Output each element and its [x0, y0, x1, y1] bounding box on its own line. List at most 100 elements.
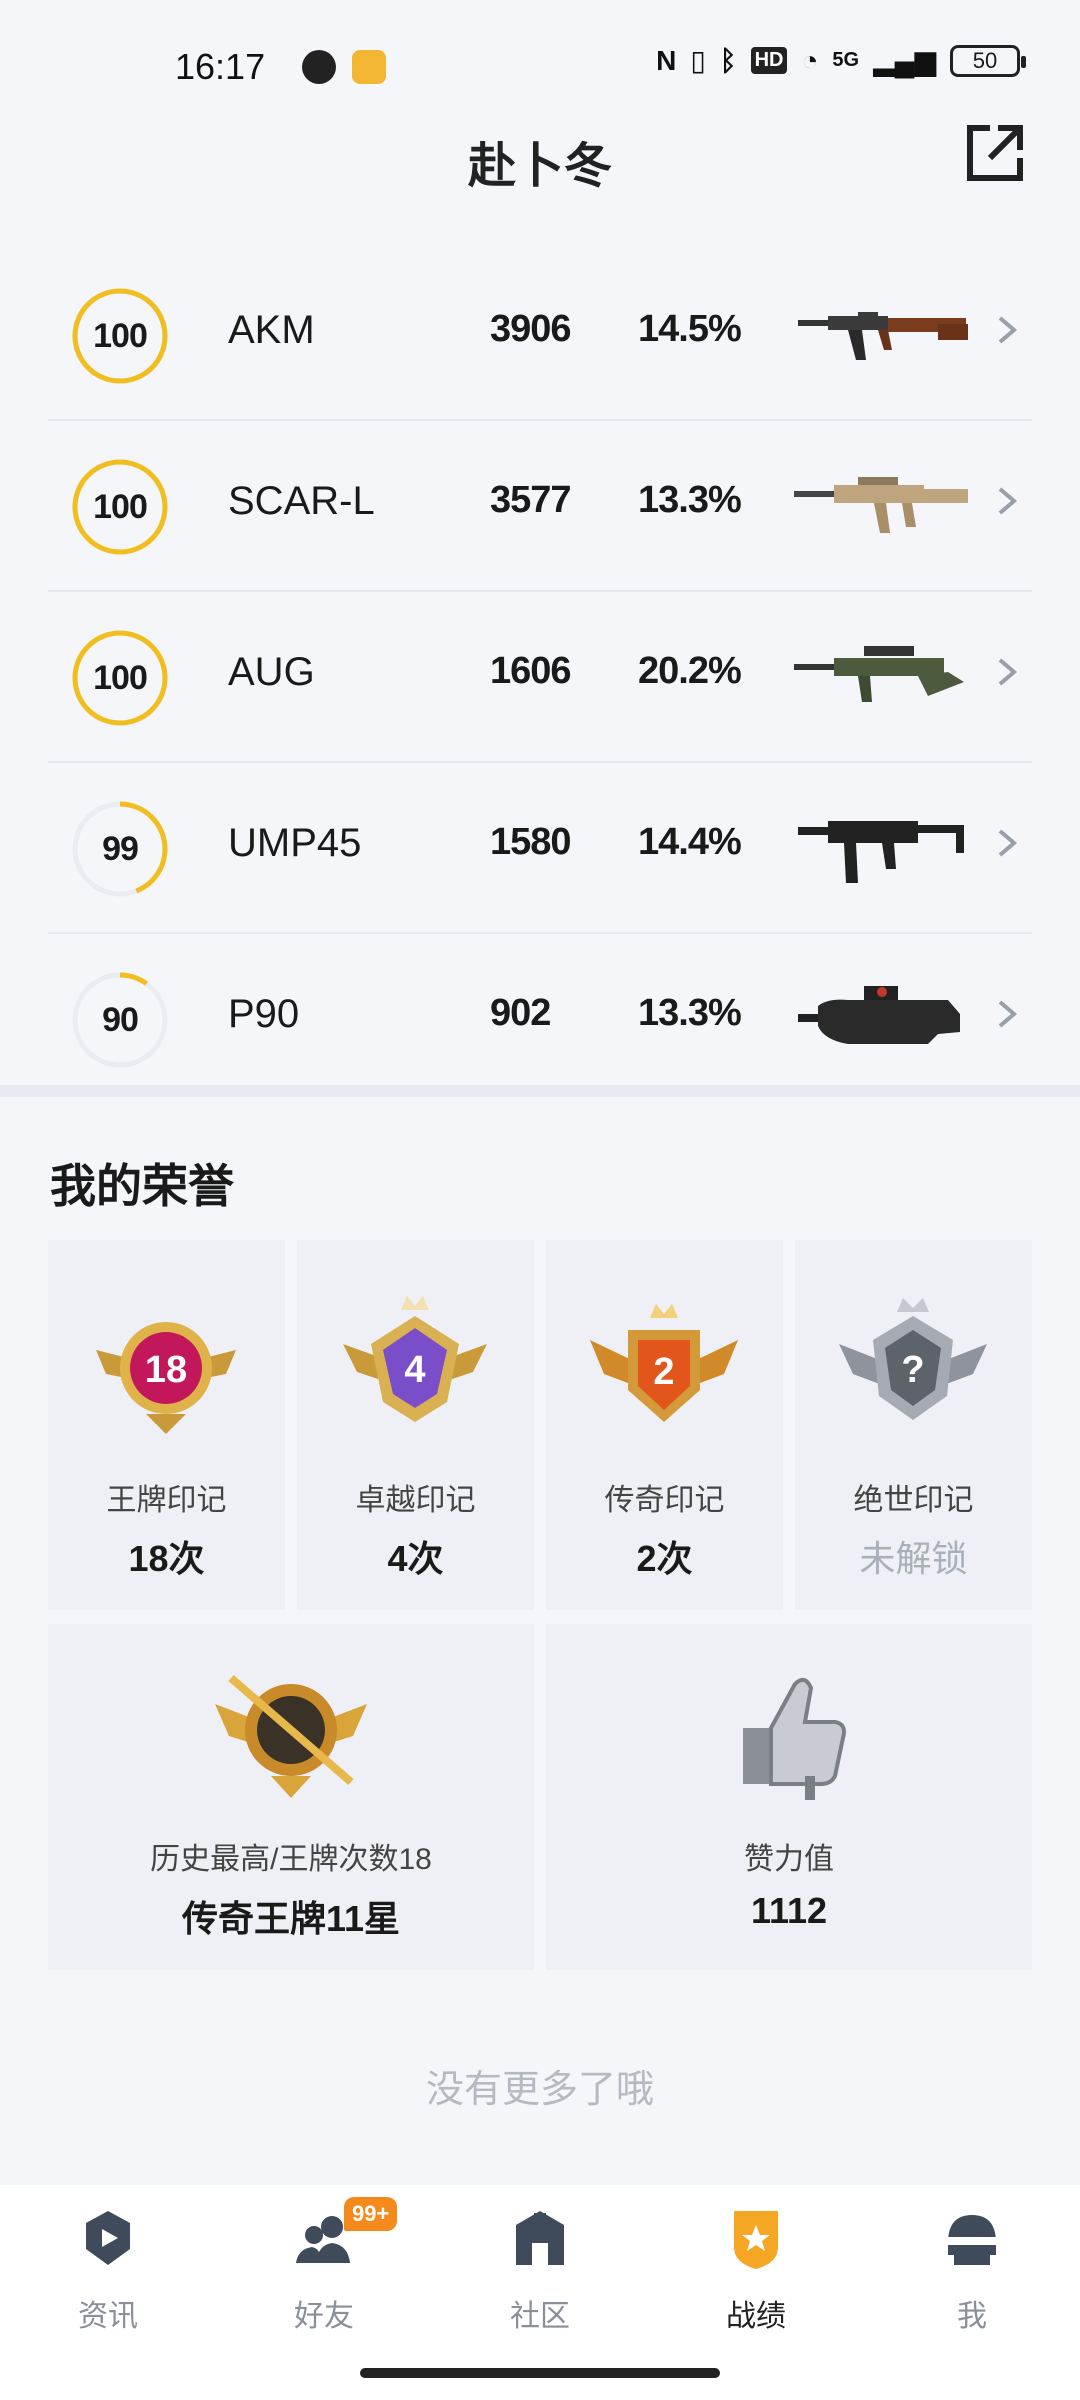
- honor-value: 2次: [636, 1538, 693, 1579]
- weapon-list: 100 AKM 3906 14.5% 100 SCAR-L 3577 13.3%: [48, 250, 1032, 1105]
- chevron-right-icon: [998, 829, 1018, 857]
- chevron-right-icon: [998, 316, 1018, 344]
- stat-card-highest-tier[interactable]: 历史最高/王牌次数18 传奇王牌11星: [48, 1624, 534, 1970]
- battery-icon: 50: [950, 44, 1026, 77]
- weapon-rate: 14.5%: [638, 308, 742, 350]
- honor-label: 卓越印记: [355, 1484, 476, 1517]
- weapon-name: P90: [228, 992, 300, 1036]
- nfc-icon: N: [656, 44, 677, 76]
- honor-card-peerless[interactable]: ? 绝世印记 未解锁: [795, 1240, 1032, 1610]
- chevron-right-icon: [998, 487, 1018, 515]
- weapon-name: UMP45: [228, 821, 362, 865]
- mastery-score: 90: [102, 1000, 139, 1039]
- aug-rifle-icon: [794, 646, 964, 702]
- legend-mark-badge-icon: 2: [590, 1304, 738, 1422]
- community-icon: [516, 2211, 564, 2265]
- chevron-right-icon: [998, 1000, 1018, 1028]
- nav-label: 好友: [294, 2300, 354, 2333]
- akm-rifle-icon: [798, 312, 968, 360]
- nav-item-record[interactable]: 战绩: [648, 2185, 864, 2345]
- status-icons: N ▯ ᛒ HD ◔ 5G ▂▄▆ 50: [656, 44, 1026, 77]
- honor-label: 传奇印记: [604, 1484, 725, 1517]
- ace-mark-badge-icon: 18: [96, 1322, 236, 1434]
- vibrate-icon: ▯: [690, 45, 706, 76]
- status-time: 16:17: [175, 46, 266, 87]
- weapon-row[interactable]: 90 P90 902 13.3%: [48, 934, 1032, 1105]
- friends-notification-badge: 99+: [344, 2197, 398, 2231]
- mastery-score: 100: [93, 316, 148, 355]
- header: 赴卜冬: [0, 120, 1080, 200]
- battery-level: 50: [972, 47, 998, 73]
- record-trophy-icon: [734, 2211, 778, 2269]
- peerless-badge-mark: ?: [901, 1349, 924, 1391]
- peerless-mark-badge-icon: ?: [839, 1298, 987, 1420]
- honor-label: 王牌印记: [106, 1484, 227, 1517]
- weapon-row[interactable]: 100 SCAR-L 3577 13.3%: [48, 421, 1032, 592]
- scar-rifle-icon: [794, 477, 968, 533]
- helmet-profile-icon: [948, 2215, 996, 2265]
- weapon-kills: 1580: [490, 821, 572, 863]
- ace-tier-medal-icon: [215, 1674, 367, 1798]
- stat-label: 历史最高/王牌次数18: [150, 1843, 432, 1876]
- weapon-rate: 13.3%: [638, 479, 742, 521]
- news-icon: [86, 2211, 130, 2265]
- weapon-row[interactable]: 99 UMP45 1580 14.4%: [48, 763, 1032, 934]
- nav-label: 战绩: [726, 2300, 786, 2333]
- nav-item-community[interactable]: 社区: [432, 2185, 648, 2345]
- nav-label: 社区: [510, 2300, 570, 2333]
- nav-item-friends[interactable]: 99+ 好友: [216, 2185, 432, 2345]
- honor-grid: 18 王牌印记 18次 4 卓越印记 4次 2 传奇印记 2次 ? 绝世印记 未…: [48, 1240, 1032, 1970]
- signal-icon: ▂▄▆: [873, 45, 936, 76]
- ump45-smg-icon: [798, 821, 964, 883]
- weapon-name: AUG: [228, 650, 315, 694]
- honor-card-legend[interactable]: 2 传奇印记 2次: [546, 1240, 783, 1610]
- section-divider: [0, 1085, 1080, 1097]
- page-title: 赴卜冬: [467, 140, 612, 193]
- honor-card-excellence[interactable]: 4 卓越印记 4次: [297, 1240, 534, 1610]
- game-app-icon: [352, 50, 386, 84]
- thumbs-up-icon: [743, 1677, 846, 1800]
- home-indicator[interactable]: [360, 2368, 720, 2378]
- honor-card-ace[interactable]: 18 王牌印记 18次: [48, 1240, 285, 1610]
- weapon-rate: 20.2%: [638, 650, 742, 692]
- hd-icon: HD: [750, 47, 788, 74]
- share-button[interactable]: [962, 120, 1028, 186]
- weapon-kills: 3577: [490, 479, 572, 521]
- honor-value: 4次: [387, 1538, 444, 1579]
- honor-value: 18次: [128, 1538, 205, 1579]
- status-bar: 16:17 N ▯ ᛒ HD ◔ 5G ▂▄▆ 50: [0, 0, 1080, 130]
- honor-value-locked: 未解锁: [859, 1538, 968, 1579]
- weapon-rate: 14.4%: [638, 821, 742, 863]
- nav-label: 我: [957, 2300, 987, 2333]
- excellence-mark-badge-icon: 4: [343, 1296, 487, 1422]
- shield-app-icon: [302, 50, 336, 84]
- honor-section-title: 我的荣誉: [50, 1160, 234, 1212]
- weapon-name: SCAR-L: [228, 479, 375, 523]
- stat-card-likes[interactable]: 赞力值 1112: [546, 1624, 1032, 1970]
- weapon-kills: 3906: [490, 308, 572, 350]
- mastery-score: 99: [102, 829, 139, 868]
- weapon-name: AKM: [228, 308, 315, 352]
- chevron-right-icon: [998, 658, 1018, 686]
- weapon-kills: 1606: [490, 650, 572, 692]
- nav-label: 资讯: [78, 2300, 138, 2333]
- stat-value: 传奇王牌11星: [181, 1898, 401, 1939]
- nav-item-news[interactable]: 资讯: [0, 2185, 216, 2345]
- weapon-kills: 902: [490, 992, 551, 1034]
- stat-label: 赞力值: [744, 1843, 834, 1876]
- nav-item-me[interactable]: 我: [864, 2185, 1080, 2345]
- honor-label: 绝世印记: [853, 1484, 974, 1517]
- legend-badge-number: 2: [653, 1351, 674, 1393]
- weapon-row[interactable]: 100 AKM 3906 14.5%: [48, 250, 1032, 421]
- weapon-rate: 13.3%: [638, 992, 742, 1034]
- weapon-row[interactable]: 100 AUG 1606 20.2%: [48, 592, 1032, 763]
- bluetooth-icon: ᛒ: [719, 44, 737, 76]
- signal-network-label: 5G: [832, 49, 860, 71]
- p90-smg-icon: [798, 986, 960, 1044]
- mastery-score: 100: [93, 658, 148, 697]
- ace-badge-number: 18: [145, 1349, 187, 1391]
- mastery-score: 100: [93, 487, 148, 526]
- end-of-list-text: 没有更多了哦: [425, 2069, 654, 2111]
- stat-value: 1112: [750, 1890, 828, 1931]
- excellence-badge-number: 4: [404, 1349, 425, 1391]
